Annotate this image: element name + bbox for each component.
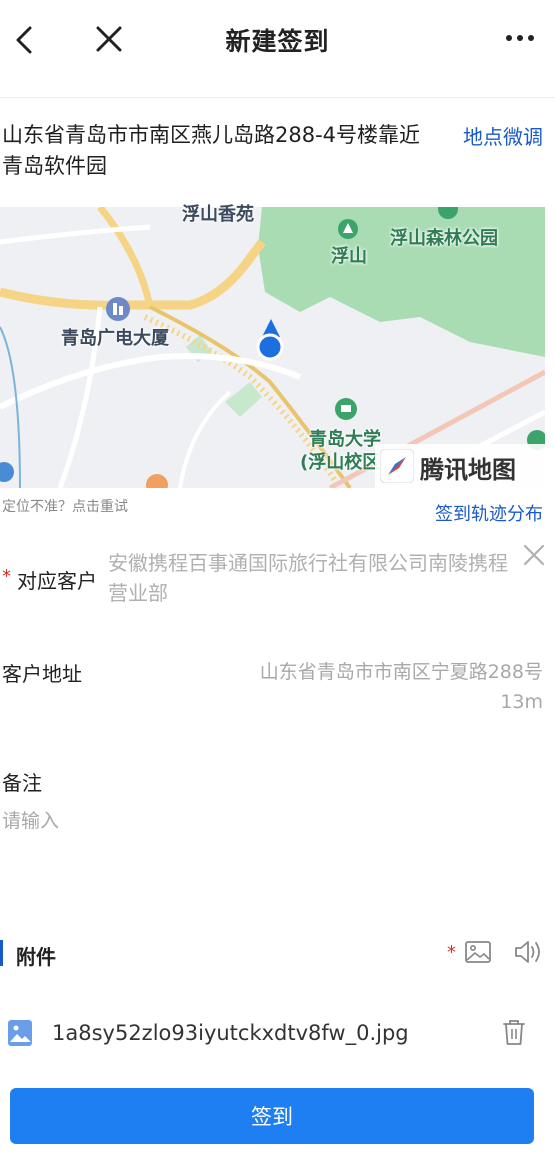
- current-location-marker: [256, 333, 284, 361]
- map-label-university-campus: (浮山校区: [300, 452, 381, 473]
- required-mark: *: [2, 566, 11, 587]
- map-label-guangdian: 青岛广电大厦: [61, 328, 169, 349]
- checkin-submit-button[interactable]: 签到: [10, 1088, 534, 1144]
- current-location-address: 山东省青岛市市南区燕儿岛路288-4号楼靠近青岛软件园: [2, 123, 421, 178]
- relocate-retry-link[interactable]: 定位不准？点击重试: [2, 496, 128, 516]
- header-divider: [0, 97, 555, 98]
- customer-distance: 13m: [500, 691, 543, 713]
- note-input[interactable]: [2, 806, 542, 916]
- adjust-location-link[interactable]: 地点微调: [463, 121, 543, 150]
- customer-address-label: 客户地址: [2, 662, 82, 686]
- voice-record-icon[interactable]: [512, 937, 544, 967]
- attachment-file-name[interactable]: 1a8sy52zlo93iyutckxdtv8fw_0.jpg: [52, 1021, 409, 1045]
- page-title: 新建签到: [225, 27, 330, 56]
- compass-icon: [380, 449, 414, 483]
- attachment-required-mark: *: [447, 942, 456, 963]
- map-brand-name: 腾讯地图: [420, 456, 516, 484]
- map-label-fushan: 浮山: [331, 246, 367, 267]
- top-navigation-bar: 新建签到: [0, 0, 555, 80]
- map-label-fushan-xiangyuan: 浮山香苑: [182, 204, 254, 225]
- map-label-forest-park: 浮山森林公园: [390, 228, 498, 249]
- attachments-title: 附件: [16, 945, 56, 969]
- customer-label: 对应客户: [17, 569, 97, 593]
- section-accent-bar: [0, 940, 3, 966]
- clear-icon[interactable]: [521, 542, 547, 568]
- customer-value[interactable]: 安徽携程百事通国际旅行社有限公司南陵携程营业部: [108, 548, 520, 608]
- note-label: 备注: [2, 771, 42, 795]
- customer-address-value: 山东省青岛市市南区宁夏路288号: [259, 661, 543, 683]
- image-file-icon: [8, 1020, 32, 1046]
- more-horizontal-icon[interactable]: [500, 26, 540, 50]
- image-upload-icon[interactable]: [463, 937, 493, 967]
- trash-icon[interactable]: [501, 1017, 527, 1047]
- checkin-track-link[interactable]: 签到轨迹分布: [435, 500, 543, 526]
